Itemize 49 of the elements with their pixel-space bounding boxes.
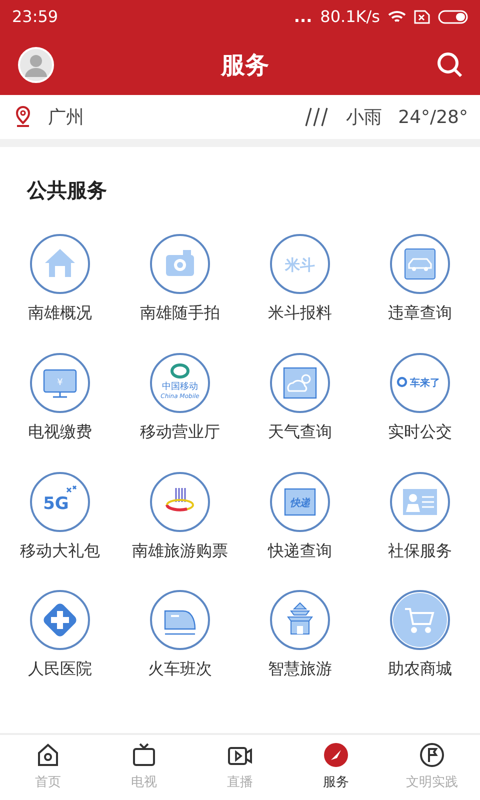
service-item[interactable]: ¥ 电视缴费: [0, 352, 120, 443]
tv-service-icon: ¥: [29, 352, 91, 414]
house-service-icon: [29, 233, 91, 295]
page-title: 服务: [221, 50, 269, 80]
service-item[interactable]: 南雄随手拍: [120, 233, 240, 324]
train-service-icon: [149, 589, 211, 652]
bus-service-icon: 车来了: [389, 352, 451, 414]
service-item[interactable]: 天气查询: [240, 352, 360, 443]
tv-icon: [130, 741, 158, 769]
avatar-icon[interactable]: [18, 46, 54, 82]
camera-service-icon: [149, 233, 211, 295]
status-dots: ...: [294, 6, 312, 28]
city-name: 广州: [48, 106, 84, 130]
rain-icon: [304, 106, 330, 128]
service-item[interactable]: 助农商城: [360, 589, 480, 680]
temperature: 24°/28°: [398, 106, 468, 130]
network-speed: 80.1K/s: [320, 6, 380, 28]
wifi-icon: [388, 10, 406, 24]
service-item[interactable]: 南雄概况: [0, 233, 120, 324]
service-item[interactable]: 5G 移动大礼包: [0, 470, 120, 562]
service-item[interactable]: 南雄旅游购票: [120, 470, 240, 562]
location-pin-icon: [14, 106, 32, 128]
idcard-service-icon: [389, 470, 451, 533]
tab-item[interactable]: 服务: [288, 735, 384, 800]
flag-icon: [418, 741, 446, 769]
cart-service-icon: [389, 589, 451, 652]
textlogo-service-icon: 米斗: [269, 233, 331, 295]
search-icon[interactable]: [436, 50, 464, 78]
textbox-service-icon: 快递: [269, 470, 331, 533]
sim-icon: [414, 10, 430, 24]
section-title: 公共服务: [27, 178, 107, 202]
service-item[interactable]: 智慧旅游: [240, 589, 360, 680]
weather-service-icon: [269, 352, 331, 414]
weather-condition: 小雨: [346, 106, 382, 130]
service-item[interactable]: 违章查询: [360, 233, 480, 324]
battery-icon: [438, 10, 470, 24]
service-item[interactable]: 米斗 米斗报料: [240, 233, 360, 324]
service-item[interactable]: 快递 快递查询: [240, 470, 360, 562]
car-service-icon: [389, 233, 451, 295]
service-item[interactable]: 车来了 实时公交: [360, 352, 480, 443]
status-time: 23:59: [12, 6, 58, 28]
tour-service-icon: [149, 470, 211, 533]
fiveg-service-icon: 5G: [29, 470, 91, 533]
compass-icon: [322, 741, 350, 769]
service-item[interactable]: 火车班次: [120, 589, 240, 680]
temple-service-icon: [269, 589, 331, 652]
service-item[interactable]: 社保服务: [360, 470, 480, 562]
service-item[interactable]: 人民医院: [0, 589, 120, 680]
hospital-service-icon: [29, 589, 91, 652]
